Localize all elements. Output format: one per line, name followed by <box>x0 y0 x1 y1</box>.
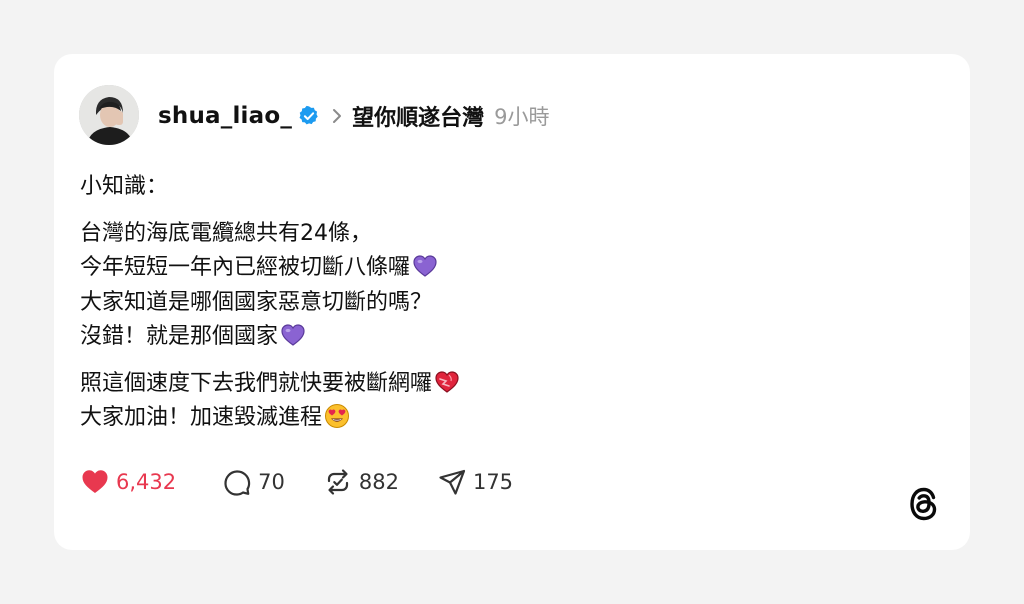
post-paragraph: 小知識： <box>80 170 900 205</box>
post-header: shua_liao_ 望你順遂台灣 9小時 <box>158 99 549 133</box>
post-line-text: 大家知道是哪個國家惡意切斷的嗎？ <box>80 289 433 315</box>
post-body: 小知識： 台灣的海底電纜總共有24條， 今年短短一年內已經被切斷八條囉 大家知道… <box>80 170 900 436</box>
purple-heart-icon <box>412 253 438 279</box>
threads-logo-icon[interactable] <box>906 484 942 524</box>
repost-icon <box>327 469 348 495</box>
post-line: 大家加油！加速毀滅進程 <box>80 401 900 436</box>
like-button[interactable]: 6,432 <box>80 467 176 497</box>
reply-button[interactable]: 70 <box>222 467 285 497</box>
avatar[interactable] <box>79 85 139 145</box>
username[interactable]: shua_liao_ <box>158 103 292 129</box>
avatar-image <box>79 85 139 145</box>
post-line-text: 今年短短一年內已經被切斷八條囉 <box>80 255 411 280</box>
post-line: 大家知道是哪個國家惡意切斷的嗎？ <box>80 286 900 321</box>
comment-icon <box>224 470 251 496</box>
post-line: 沒錯！就是那個國家 <box>80 320 900 355</box>
share-button[interactable]: 175 <box>437 467 513 497</box>
repost-count: 882 <box>358 470 399 494</box>
heart-icon <box>82 470 108 493</box>
post-line-text: 大家加油！加速毀滅進程 <box>80 405 323 430</box>
post-paragraph: 照這個速度下去我們就快要被斷網囉 大家加油！加速毀滅進程 <box>80 367 900 436</box>
post-line-text: 照這個速度下去我們就快要被斷網囉 <box>80 370 433 396</box>
post-line: 今年短短一年內已經被切斷八條囉 <box>80 251 900 286</box>
post-time: 9小時 <box>494 105 550 129</box>
heart-eyes-icon <box>324 403 350 429</box>
post-line-text: 沒錯！就是那個國家 <box>80 324 279 349</box>
post-line: 台灣的海底電纜總共有24條， <box>80 217 900 252</box>
post-line-text: 台灣的海底電纜總共有24條， <box>80 220 372 246</box>
chevron-right-icon <box>330 107 344 125</box>
reply-count: 70 <box>258 470 285 494</box>
like-count: 6,432 <box>116 470 177 494</box>
post-line-text: 小知識： <box>80 174 169 199</box>
post-line: 照這個速度下去我們就快要被斷網囉 <box>80 367 900 402</box>
verified-badge-icon <box>298 105 320 127</box>
repost-button[interactable]: 882 <box>323 467 399 497</box>
send-icon <box>439 469 466 495</box>
post-card: shua_liao_ 望你順遂台灣 9小時 小知識： 台灣的海底電纜總共有24條… <box>54 54 970 550</box>
action-bar: 6,432 70 882 175 <box>80 466 513 498</box>
share-count: 175 <box>472 470 514 494</box>
purple-heart-icon <box>280 322 306 348</box>
post-paragraph: 台灣的海底電纜總共有24條， 今年短短一年內已經被切斷八條囉 大家知道是哪個國家… <box>80 217 900 355</box>
topic-tag[interactable]: 望你順遂台灣 <box>352 100 484 132</box>
post-line: 小知識： <box>80 170 900 205</box>
heart-on-fire-icon <box>434 369 460 395</box>
